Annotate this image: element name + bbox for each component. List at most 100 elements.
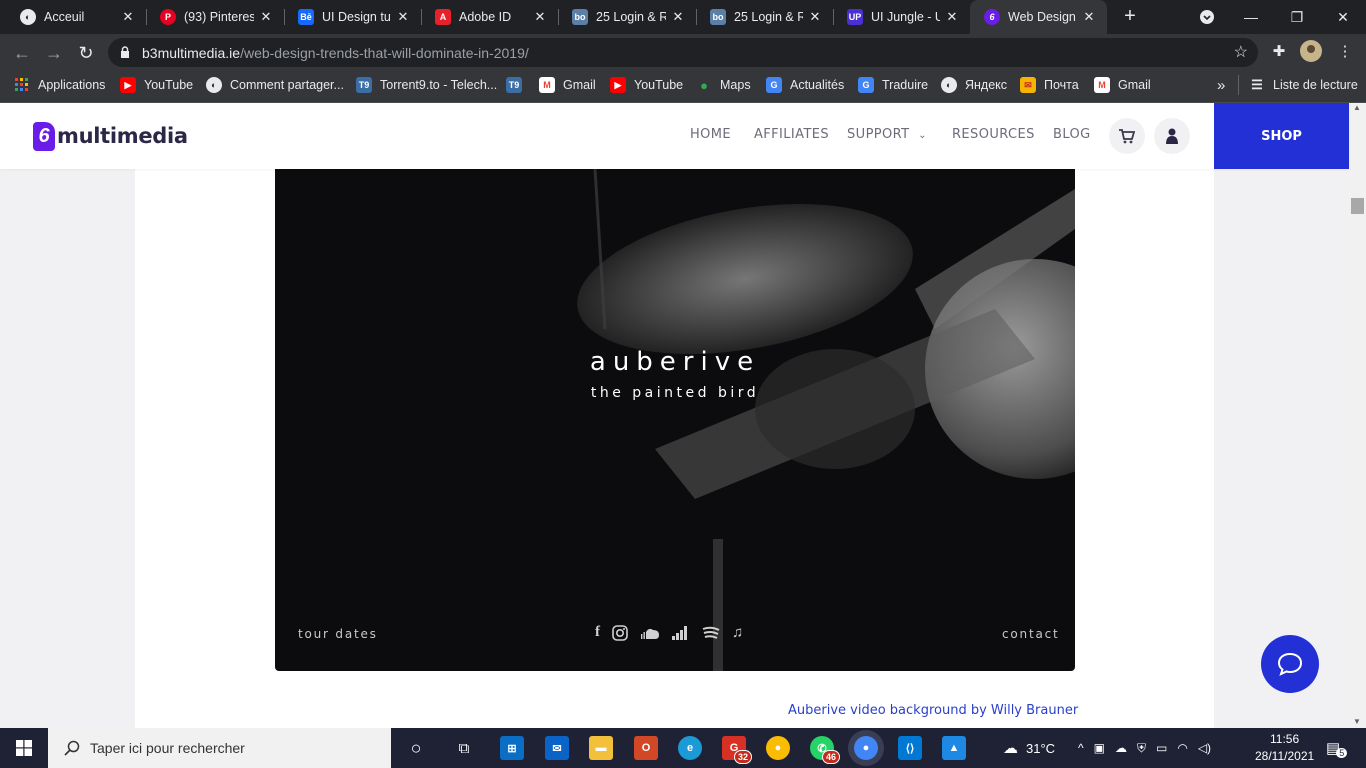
nav-resources[interactable]: RESOURCES (952, 127, 1035, 142)
bookmark-star-icon[interactable]: ☆ (1234, 42, 1248, 62)
mail-envelope-icon: ✉ (1020, 77, 1036, 93)
nav-home[interactable]: HOME (690, 127, 731, 142)
bookmark-item[interactable]: ▶ YouTube (610, 71, 683, 99)
edge-icon[interactable]: e (678, 736, 702, 760)
facebook-icon[interactable]: f (595, 624, 600, 641)
contact-link[interactable]: contact (1002, 627, 1060, 641)
bookmark-item[interactable]: ◐ Яндекс (941, 71, 1007, 99)
bookmark-item[interactable]: T9 Torrent9.to - Telech... (356, 71, 497, 99)
video-credit-link[interactable]: Auberive video background by Willy Braun… (788, 703, 1078, 718)
file-explorer-icon[interactable]: ▬ (589, 736, 613, 760)
tab-title: Acceuil (44, 10, 85, 24)
restore-button[interactable]: ❐ (1274, 0, 1320, 34)
office-icon[interactable]: O (634, 736, 658, 760)
back-button[interactable]: ← (9, 40, 35, 66)
close-tab-icon[interactable]: ✕ (670, 9, 686, 25)
chat-button[interactable] (1261, 635, 1319, 693)
menu-kebab-icon[interactable]: ⋮ (1333, 40, 1357, 64)
more-bookmarks-button[interactable]: » (1217, 71, 1225, 99)
close-tab-icon[interactable]: ✕ (258, 9, 274, 25)
close-tab-icon[interactable]: ✕ (1081, 9, 1097, 25)
close-tab-icon[interactable]: ✕ (120, 9, 136, 25)
extensions-icon[interactable]: ✚ (1267, 40, 1291, 64)
chrome-icon[interactable]: ● (766, 736, 790, 760)
bookmark-item[interactable]: Applications (14, 71, 105, 99)
address-bar[interactable]: b3multimedia.ie/web-design-trends-that-w… (108, 38, 1258, 67)
mail-icon[interactable]: ✉ (545, 736, 569, 760)
soundcloud-icon[interactable] (640, 627, 660, 639)
bo-icon: bo (710, 9, 726, 25)
chrome-active-icon[interactable]: ● (854, 736, 878, 760)
close-tab-icon[interactable]: ✕ (944, 9, 960, 25)
browser-tab[interactable]: UP UI Jungle - Up ✕ (833, 0, 970, 34)
system-clock[interactable]: 11:56 28/11/2021 (1255, 731, 1314, 765)
vscode-icon[interactable]: ⟨⟩ (898, 736, 922, 760)
tab-search-icon[interactable] (1184, 0, 1230, 34)
scrollbar-thumb[interactable] (1351, 198, 1364, 214)
store-icon[interactable]: ⊞ (500, 736, 524, 760)
nav-support[interactable]: SUPPORT ⌄ (847, 127, 927, 142)
cart-button[interactable] (1109, 118, 1145, 154)
weather-widget[interactable]: ☁ 31°C (1003, 728, 1055, 768)
bookmark-item[interactable]: ▶ YouTube (120, 71, 193, 99)
browser-tab[interactable]: bo 25 Login & Re ✕ (696, 0, 833, 34)
close-tab-icon[interactable]: ✕ (395, 9, 411, 25)
taskbar-search[interactable]: Taper ici pour rechercher (48, 728, 391, 768)
new-tab-button[interactable]: + (1118, 4, 1142, 28)
spotify-icon[interactable] (702, 626, 720, 640)
battery-icon[interactable]: ▭ (1156, 741, 1167, 755)
browser-tab-active[interactable]: 6 Web Design T ✕ (970, 0, 1107, 34)
tour-dates-link[interactable]: tour dates (298, 627, 378, 641)
profile-avatar[interactable] (1299, 40, 1323, 64)
onedrive-icon[interactable]: ☁ (1115, 741, 1127, 755)
security-icon[interactable]: ⛨ (1137, 741, 1146, 756)
site-logo[interactable]: 6 multimedia (33, 121, 188, 151)
wifi-icon[interactable]: ◠ (1177, 741, 1187, 755)
bookmark-item[interactable]: ✉ Почта (1020, 71, 1079, 99)
bookmark-item[interactable]: T9 (506, 71, 530, 99)
youtube-icon: ▶ (120, 77, 136, 93)
video-subtitle: the painted bird (590, 385, 760, 401)
forward-button[interactable]: → (41, 40, 67, 66)
scroll-down-arrow-icon[interactable]: ▼ (1353, 717, 1361, 726)
deezer-icon[interactable] (672, 625, 690, 640)
meet-now-icon[interactable]: ▣ (1094, 741, 1105, 755)
minimize-button[interactable]: — (1228, 0, 1274, 34)
reload-button[interactable]: ↻ (73, 40, 99, 66)
page-scrollbar[interactable]: ▲ ▼ (1349, 103, 1366, 728)
browser-tab[interactable]: ◐ Acceuil ✕ (6, 0, 146, 34)
instagram-icon[interactable] (612, 624, 628, 641)
close-tab-icon[interactable]: ✕ (532, 9, 548, 25)
browser-tab[interactable]: bo 25 Login & Re ✕ (558, 0, 696, 34)
scroll-up-arrow-icon[interactable]: ▲ (1353, 103, 1361, 112)
browser-tab[interactable]: Bē UI Design tut ✕ (284, 0, 421, 34)
bookmark-item[interactable]: M Gmail (539, 71, 596, 99)
nav-affiliates[interactable]: AFFILIATES (754, 127, 829, 142)
reading-list-button[interactable]: ☰ Liste de lecture (1238, 75, 1358, 95)
task-view-icon[interactable]: ⧉ (452, 736, 476, 760)
bookmark-item[interactable]: ● Maps (696, 71, 751, 99)
notification-center-button[interactable]: ▤ 5 (1326, 728, 1348, 768)
whatsapp-icon[interactable]: ✆ 46 (810, 736, 840, 764)
bookmark-item[interactable]: G Traduire (858, 71, 928, 99)
notification-badge: 32 (733, 750, 752, 764)
volume-icon[interactable]: ◁) (1198, 741, 1211, 755)
bookmark-item[interactable]: G Actualités (766, 71, 844, 99)
bookmark-item[interactable]: ◐ Comment partager... (206, 71, 344, 99)
start-button[interactable] (0, 728, 48, 768)
url-host: b3multimedia.ie (142, 45, 241, 61)
nav-blog[interactable]: BLOG (1053, 127, 1091, 142)
g-app-icon[interactable]: G 32 (722, 736, 752, 764)
photos-icon[interactable]: ▲ (942, 736, 966, 760)
close-window-button[interactable]: ✕ (1320, 0, 1366, 34)
video-embed[interactable]: auberive the painted bird tour dates f ♫… (275, 169, 1075, 671)
shop-button[interactable]: SHOP (1214, 103, 1349, 169)
music-note-icon[interactable]: ♫ (732, 624, 743, 641)
bookmark-item[interactable]: M Gmail (1094, 71, 1151, 99)
browser-tab[interactable]: P (93) Pinterest ✕ (146, 0, 284, 34)
close-tab-icon[interactable]: ✕ (807, 9, 823, 25)
chevron-up-icon[interactable]: ^ (1078, 741, 1084, 755)
cortana-icon[interactable]: ○ (404, 736, 428, 760)
browser-tab[interactable]: A Adobe ID ✕ (421, 0, 558, 34)
account-button[interactable] (1154, 118, 1190, 154)
